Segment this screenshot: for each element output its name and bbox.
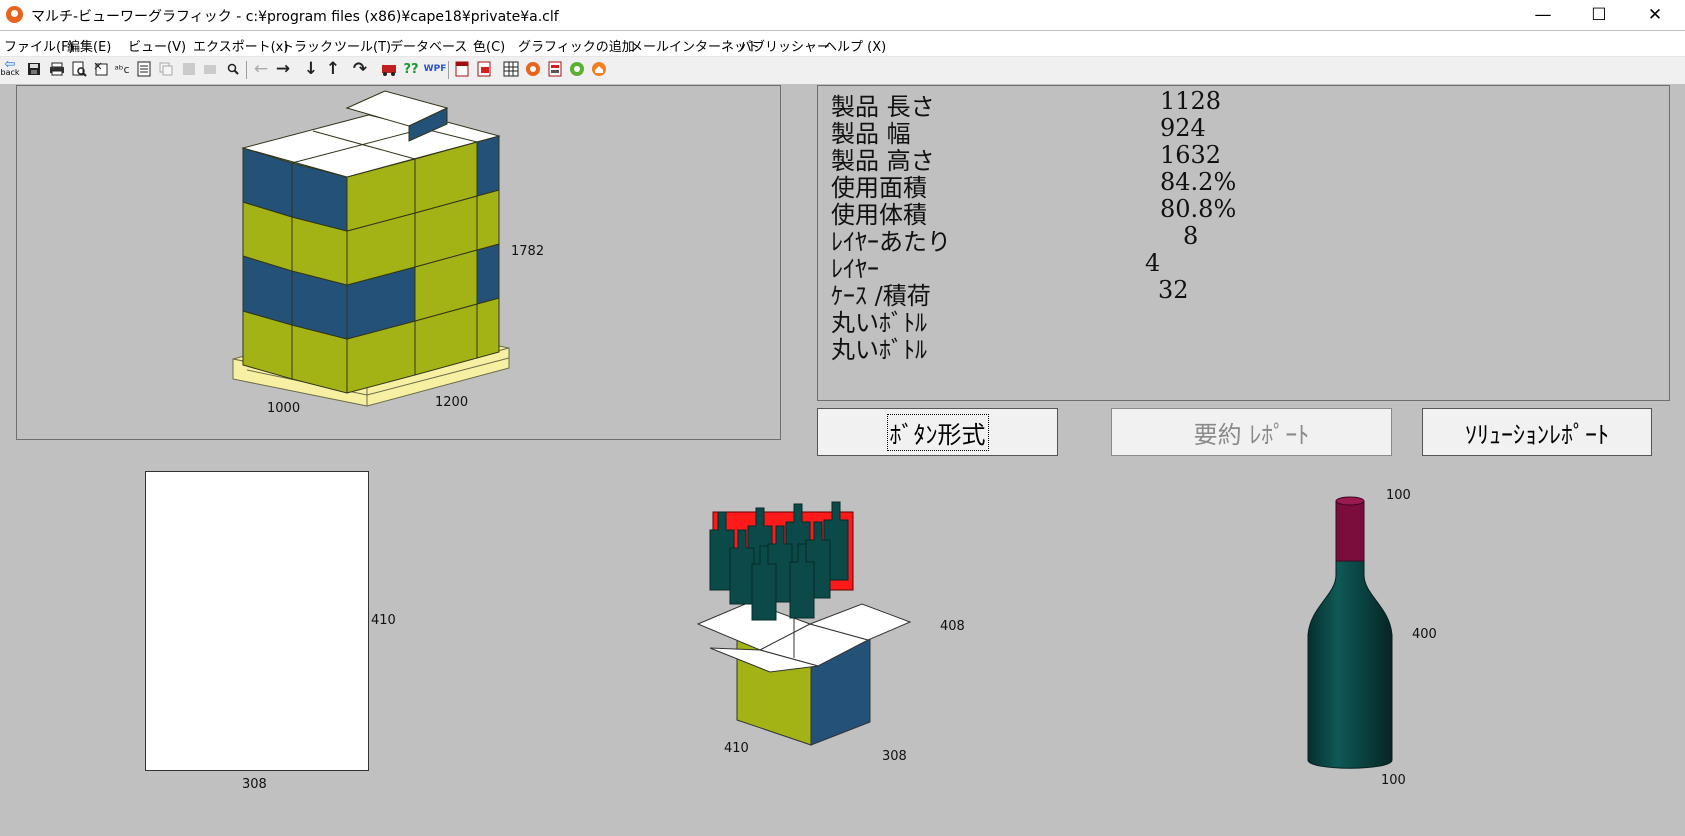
menu-file[interactable]: ファイル(F) [4, 36, 74, 55]
window-title: マルチ-ビューワーグラフィック - c:¥program files (x86)… [31, 9, 559, 25]
copy-icon-disabled [157, 60, 175, 78]
stat-value-cases-per-load: 32 [1158, 276, 1189, 304]
pallet-load-diagram [232, 90, 510, 407]
pallet-height-label: 1782 [511, 244, 545, 259]
stat-value-width: 924 [1160, 114, 1206, 142]
solution-report-button[interactable]: ｿﾘｭｰｼｮﾝﾚﾎﾟｰﾄ [1422, 408, 1652, 456]
pallet-length-label: 1200 [435, 395, 469, 410]
back-button[interactable]: ⇦ back [0, 58, 20, 78]
bottle-top-label: 100 [1386, 488, 1411, 503]
bottle-diagram [1307, 496, 1393, 769]
button-style-label: ﾎﾞﾀﾝ形式 [886, 413, 989, 451]
stats-panel: 製品 長さ 1128 製品 幅 924 製品 高さ 1632 使用面積 84.2… [817, 85, 1670, 401]
green-circle-icon[interactable] [568, 60, 586, 78]
arrow-left-icon[interactable]: ← [252, 59, 270, 79]
menu-publisher[interactable]: パブリッシャー [739, 36, 830, 55]
stat-value-per-layer: 8 [1183, 222, 1199, 250]
pdf-icon[interactable] [453, 60, 471, 78]
stat-label-round-bottle-2: 丸いﾎﾞﾄﾙ [831, 336, 927, 364]
home-icon[interactable] [590, 60, 608, 78]
print-preview-icon[interactable] [70, 60, 88, 78]
app-icon [6, 6, 23, 23]
menu-tools[interactable]: ツール(T) [334, 36, 391, 55]
menu-edit[interactable]: 編集(E) [67, 36, 111, 55]
stat-value-volume-used: 80.8% [1160, 195, 1237, 223]
minimize-button[interactable]: — [1515, 0, 1571, 30]
menu-mail[interactable]: メール [630, 36, 669, 55]
case-3d-diagram [696, 501, 912, 746]
stat-value-layers: 4 [1145, 249, 1161, 277]
zoom-icon[interactable] [224, 60, 242, 78]
bottles-with-dividers [709, 501, 854, 621]
toolbar: ⇦ back ᵃᵇc ← → ↓ ↑ ↷ ?? WPF [0, 57, 1685, 84]
pallet-view-panel: 1782 1000 1200 [16, 85, 781, 440]
menu-database[interactable]: データベース [390, 36, 467, 55]
menu-help[interactable]: ヘルプ (X) [824, 36, 886, 55]
bottle-bottom-label: 100 [1381, 773, 1406, 788]
truck-icon[interactable] [380, 60, 398, 78]
arrow-right-icon[interactable]: → [274, 59, 292, 79]
back-label: back [0, 68, 20, 77]
menu-bar: ファイル(F) 編集(E) ビュー(V) エクスポート(x) トラック ツール(… [0, 31, 1685, 57]
case-3d-depth-label: 308 [882, 749, 907, 764]
print-icon[interactable] [48, 60, 66, 78]
cut-icon[interactable] [92, 60, 110, 78]
document-icon[interactable] [135, 60, 153, 78]
stat-value-height: 1632 [1160, 141, 1222, 169]
text-abc-icon[interactable]: ᵃᵇc [113, 60, 131, 78]
pallet-width-label: 1000 [267, 401, 301, 416]
bottle-body [1307, 559, 1393, 769]
case-3d-height-label: 408 [940, 619, 965, 634]
arrow-down-icon[interactable]: ↓ [302, 59, 320, 79]
button-style-button[interactable]: ﾎﾞﾀﾝ形式 [817, 408, 1058, 456]
toolbar-separator [246, 61, 247, 79]
summary-report-button[interactable]: 要約 ﾚﾎﾟｰﾄ [1111, 408, 1392, 456]
menu-export[interactable]: エクスポート(x) [193, 36, 288, 55]
rotate-icon[interactable]: ↷ [351, 59, 369, 79]
case-face-width-label: 308 [242, 777, 267, 792]
pdf-export-icon[interactable] [475, 60, 493, 78]
case-3d-width-label: 410 [724, 741, 749, 756]
close-button[interactable]: ✕ [1627, 0, 1683, 30]
menu-add-graphic[interactable]: グラフィックの追加 [518, 36, 635, 55]
case-face-rectangle [145, 471, 369, 771]
table-icon[interactable] [502, 60, 520, 78]
title-bar: マルチ-ビューワーグラフィック - c:¥program files (x86)… [0, 0, 1685, 30]
save-icon[interactable] [25, 60, 43, 78]
orange-circle-icon[interactable] [524, 60, 542, 78]
report-icon[interactable] [546, 60, 564, 78]
help-icon[interactable]: ?? [402, 60, 420, 78]
bottle-cap [1335, 500, 1365, 562]
stat-value-area-used: 84.2% [1160, 168, 1237, 196]
menu-truck[interactable]: トラック [281, 36, 333, 55]
case-face-height-label: 410 [371, 613, 396, 628]
grid-icon-disabled [180, 60, 198, 78]
toolbar-separator [448, 61, 449, 79]
wpf-icon[interactable]: WPF [424, 60, 447, 78]
arrow-up-icon[interactable]: ↑ [324, 59, 342, 79]
bottle-cap-top [1335, 496, 1365, 506]
menu-color[interactable]: 色(C) [473, 36, 505, 55]
menu-view[interactable]: ビュー(V) [128, 36, 186, 55]
maximize-button[interactable]: ☐ [1571, 0, 1627, 30]
image-icon-disabled [201, 60, 219, 78]
stat-value-length: 1128 [1160, 87, 1222, 115]
bottle-height-label: 400 [1412, 627, 1437, 642]
